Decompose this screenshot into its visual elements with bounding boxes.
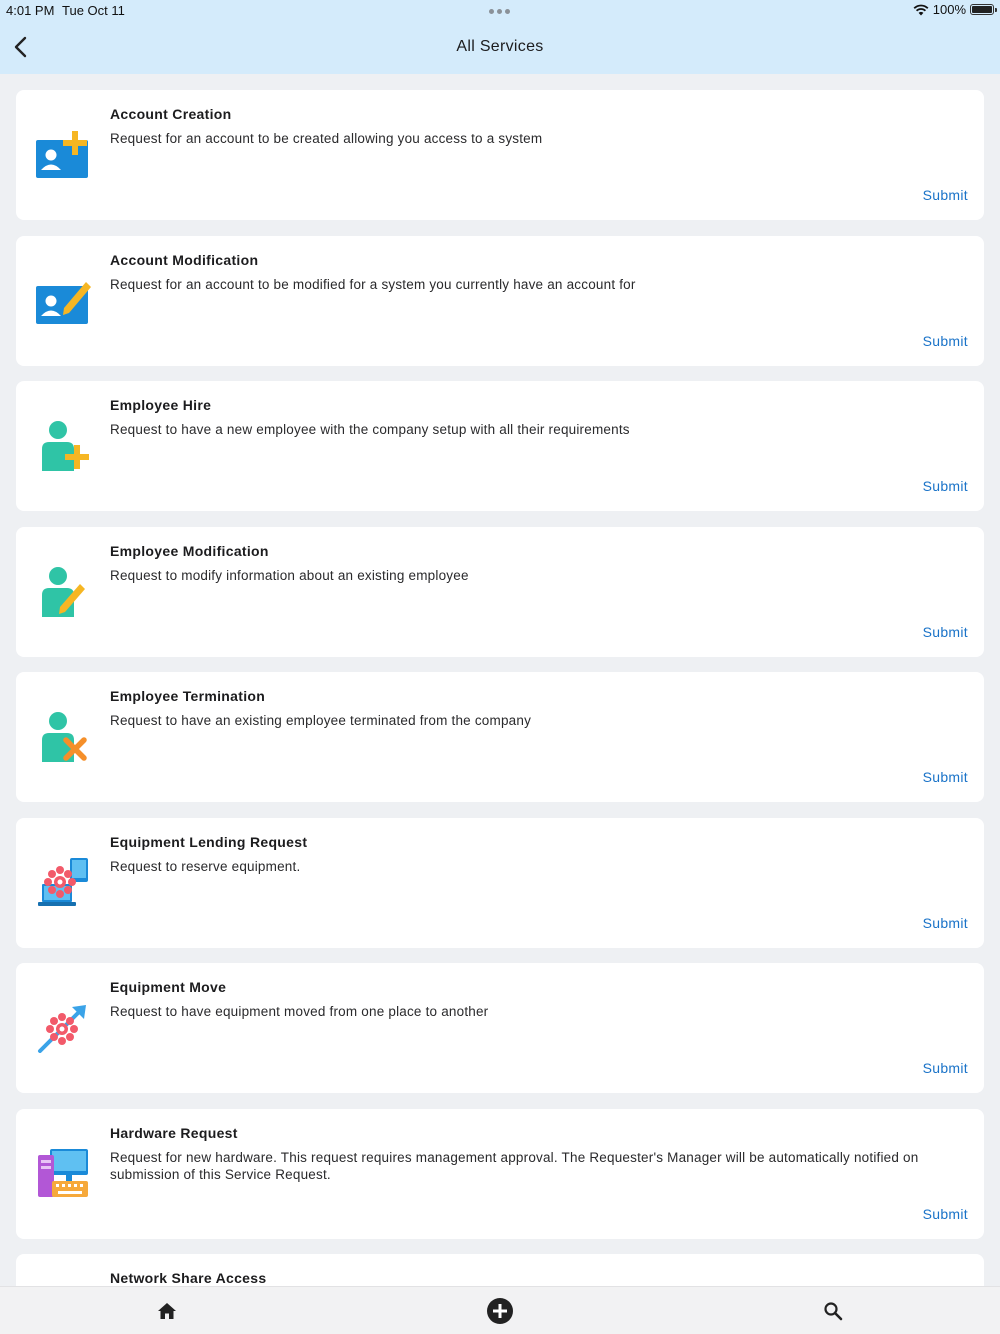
service-description: Request to have equipment moved from one… (110, 1004, 489, 1019)
service-title: Network Share Access (110, 1270, 267, 1286)
service-card[interactable]: Employee Termination Request to have an … (16, 672, 984, 802)
service-card[interactable]: Employee Hire Request to have a new empl… (16, 381, 984, 511)
service-description: Request for an account to be modified fo… (110, 276, 636, 292)
service-title: Employee Modification (110, 542, 269, 559)
search-icon[interactable] (819, 1297, 847, 1325)
page-title: All Services (456, 38, 544, 55)
home-icon[interactable] (153, 1297, 181, 1325)
status-indicators: 100% (913, 2, 997, 17)
service-description: Request to have an existing employee ter… (110, 713, 532, 728)
service-card[interactable]: Equipment Lending Request Request to res… (16, 817, 984, 948)
bottom-nav (0, 1286, 1000, 1334)
service-title: Account Modification (110, 251, 259, 268)
service-card[interactable]: Account Modification Request for an acco… (16, 235, 984, 366)
service-card[interactable]: Employee Modification Request to modify … (16, 526, 984, 657)
submit-button[interactable]: Submit (923, 478, 968, 494)
person-edit-icon (42, 566, 85, 617)
submit-button[interactable]: Submit (923, 187, 968, 203)
submit-button[interactable]: Submit (923, 333, 968, 349)
submit-button[interactable]: Submit (923, 769, 968, 785)
equipment-move-icon (38, 1005, 86, 1053)
equipment-lending-icon (38, 857, 88, 906)
service-card[interactable]: Hardware Request Request for new hardwar… (16, 1108, 984, 1239)
person-remove-icon (42, 712, 87, 762)
submit-button[interactable]: Submit (923, 624, 968, 640)
battery-percent: 100% (932, 2, 966, 17)
person-add-icon (42, 421, 89, 471)
add-circle-icon[interactable] (486, 1297, 514, 1325)
service-description: Request for new hardware. This request r… (110, 1149, 919, 1182)
service-title: Employee Hire (110, 397, 212, 413)
submit-button[interactable]: Submit (923, 915, 968, 931)
submit-button[interactable]: Submit (923, 1060, 968, 1076)
service-description: Request for an account to be created all… (110, 131, 543, 146)
service-description: Request to reserve equipment. (110, 858, 301, 874)
account-edit-icon (36, 281, 91, 324)
service-card[interactable]: Equipment Move Request to have equipment… (16, 963, 984, 1093)
status-date: Tue Oct 11 (62, 3, 125, 18)
service-description: Request to modify information about an e… (110, 567, 469, 583)
account-add-icon (36, 131, 88, 178)
battery-icon (970, 4, 997, 15)
wifi-icon (913, 4, 929, 15)
service-title: Equipment Lending Request (110, 833, 308, 850)
status-time: 4:01 PM (6, 3, 55, 18)
hardware-icon (38, 1148, 88, 1197)
service-title: Employee Termination (110, 688, 266, 704)
service-description: Request to have a new employee with the … (110, 422, 630, 437)
service-card[interactable]: Network Share Access (16, 1254, 984, 1286)
top-bar: 4:01 PM Tue Oct 11 100% All Services (0, 0, 1000, 74)
multitasking-dots-icon[interactable] (489, 9, 510, 14)
submit-button[interactable]: Submit (923, 1206, 968, 1222)
service-title: Hardware Request (110, 1124, 238, 1141)
services-list: Account Creation Request for an account … (16, 90, 984, 1286)
service-title: Account Creation (110, 106, 232, 122)
service-title: Equipment Move (110, 979, 227, 995)
service-card[interactable]: Account Creation Request for an account … (16, 90, 984, 220)
